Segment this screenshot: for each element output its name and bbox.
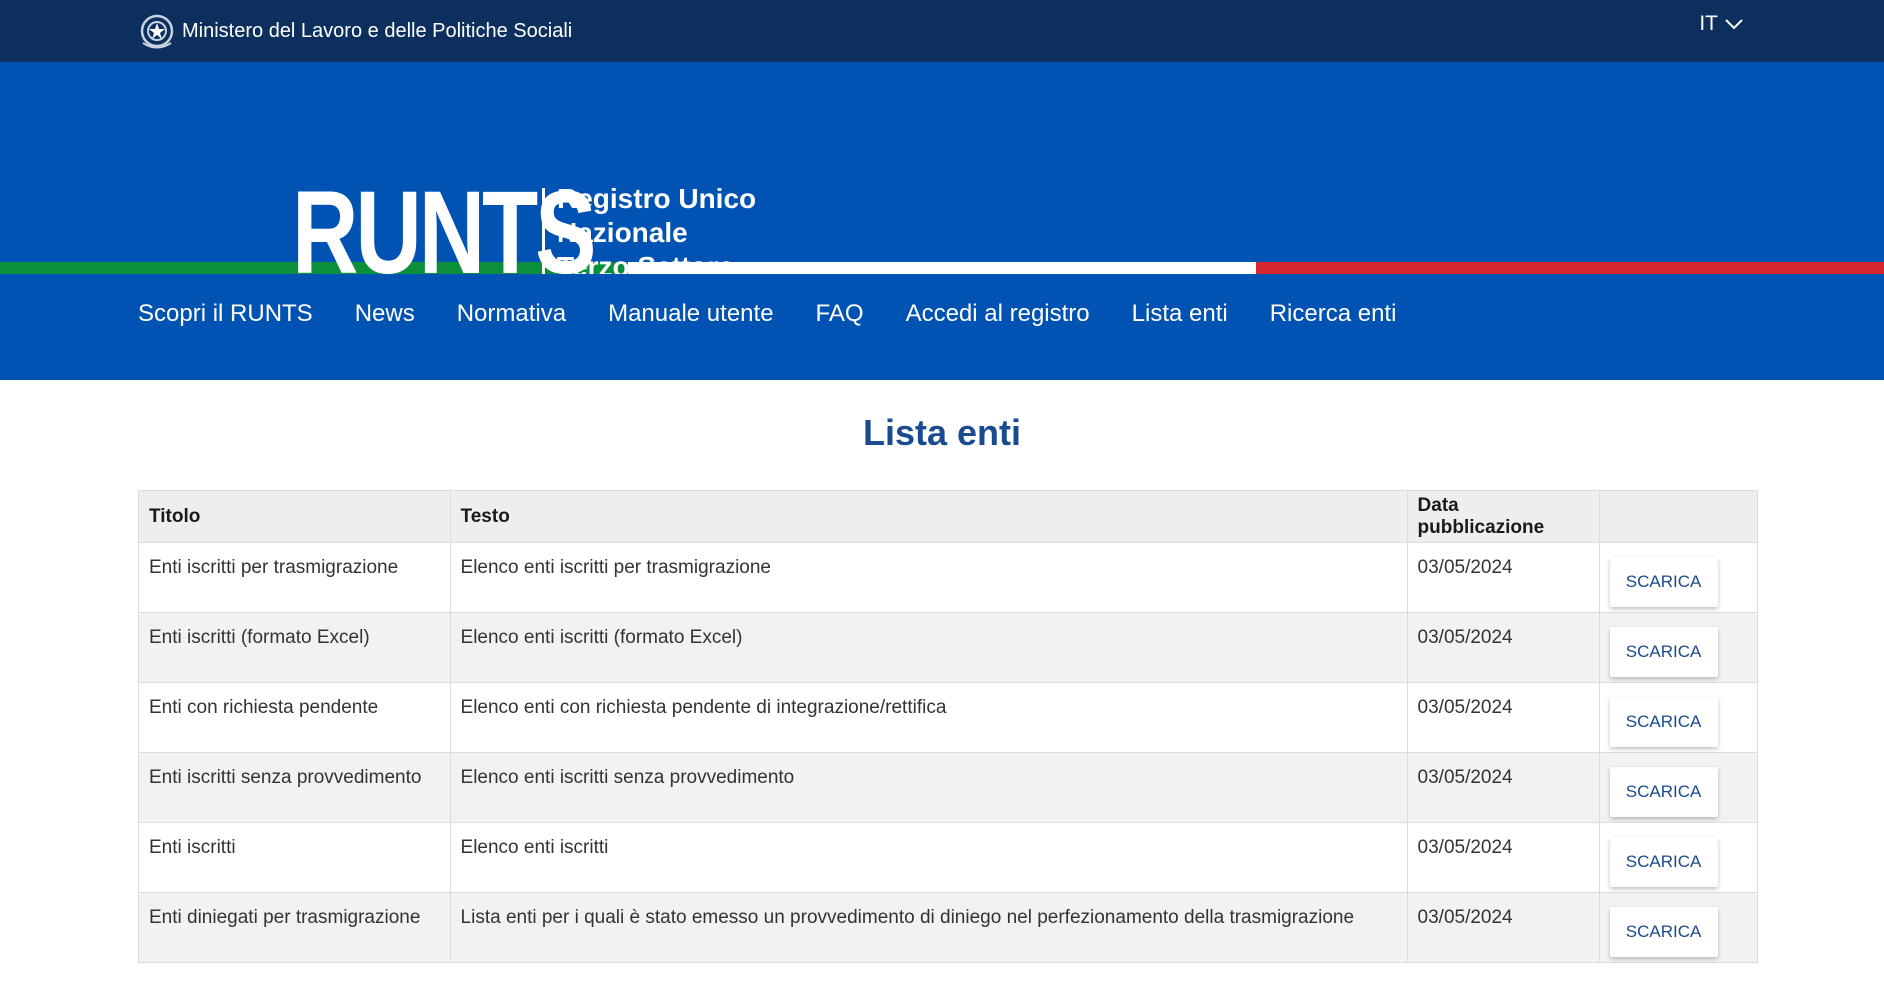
scarica-button[interactable]: SCARICA [1609, 557, 1718, 607]
ministry-name: Ministero del Lavoro e delle Politiche S… [182, 19, 573, 42]
cell-data: 03/05/2024 [1406, 892, 1600, 963]
page-title: Lista enti [862, 412, 1022, 453]
table-row: Enti con richiesta pendente Elenco enti … [138, 682, 1759, 753]
ministry-link[interactable]: Ministero del Lavoro e delle Politiche S… [138, 8, 572, 54]
cell-titolo: Enti diniegati per trasmigrazione [138, 892, 451, 963]
nav-item-faq[interactable]: FAQ [816, 296, 864, 332]
cell-titolo: Enti iscritti [138, 822, 451, 893]
cell-testo: Elenco enti iscritti senza provvedimento [449, 752, 1408, 823]
cell-action: SCARICA [1598, 682, 1759, 753]
cell-titolo: Enti iscritti per trasmigrazione [138, 542, 451, 613]
table-row: Enti iscritti per trasmigrazione Elenco … [138, 542, 1759, 613]
language-selector[interactable]: IT [1699, 12, 1744, 36]
cell-action: SCARICA [1598, 892, 1759, 963]
table-row: Enti iscritti senza provvedimento Elenco… [138, 752, 1759, 823]
cell-data: 03/05/2024 [1406, 682, 1600, 753]
scarica-button[interactable]: SCARICA [1609, 907, 1718, 957]
cell-data: 03/05/2024 [1406, 752, 1600, 823]
tricolore-strip [0, 262, 1884, 274]
scarica-button[interactable]: SCARICA [1609, 627, 1718, 677]
cell-data: 03/05/2024 [1406, 822, 1600, 893]
cell-testo: Elenco enti iscritti [449, 822, 1408, 893]
header-titolo: Titolo [138, 490, 451, 543]
cell-titolo: Enti con richiesta pendente [138, 682, 451, 753]
ministry-bar: Ministero del Lavoro e delle Politiche S… [0, 0, 1884, 62]
flag-red [1256, 262, 1884, 274]
nav-item-normativa[interactable]: Normativa [457, 296, 566, 332]
header-testo: Testo [449, 490, 1408, 543]
table-row: Enti diniegati per trasmigrazione Lista … [138, 892, 1759, 963]
cell-action: SCARICA [1598, 752, 1759, 823]
scarica-button[interactable]: SCARICA [1609, 767, 1718, 817]
nav-item-lista-enti[interactable]: Lista enti [1132, 296, 1228, 332]
cell-action: SCARICA [1598, 542, 1759, 613]
cell-data: 03/05/2024 [1406, 542, 1600, 613]
cell-action: SCARICA [1598, 612, 1759, 683]
cell-testo: Elenco enti iscritti (formato Excel) [449, 612, 1408, 683]
main-nav: Scopri il RUNTS News Normativa Manuale u… [0, 274, 1884, 380]
chevron-down-icon [1724, 12, 1744, 36]
cell-testo: Elenco enti con richiesta pendente di in… [449, 682, 1408, 753]
site-header: RUNTS Registro Unico Nazionale Terzo Set… [0, 62, 1884, 292]
table-row: Enti iscritti Elenco enti iscritti 03/05… [138, 822, 1759, 893]
nav-item-accedi[interactable]: Accedi al registro [906, 296, 1090, 332]
language-label: IT [1699, 12, 1718, 35]
table-row: Enti iscritti (formato Excel) Elenco ent… [138, 612, 1759, 683]
nav-item-ricerca-enti[interactable]: Ricerca enti [1270, 296, 1397, 332]
cell-titolo: Enti iscritti senza provvedimento [138, 752, 451, 823]
cell-testo: Elenco enti iscritti per trasmigrazione [449, 542, 1408, 613]
scarica-button[interactable]: SCARICA [1609, 697, 1718, 747]
scarica-button[interactable]: SCARICA [1609, 837, 1718, 887]
main-content: Lista enti Titolo Testo Data pubblicazio… [0, 380, 1884, 963]
header-data: Data pubblicazione [1406, 490, 1600, 543]
cell-testo: Lista enti per i quali è stato emesso un… [449, 892, 1408, 963]
nav-item-manuale[interactable]: Manuale utente [608, 296, 773, 332]
cell-titolo: Enti iscritti (formato Excel) [138, 612, 451, 683]
cell-data: 03/05/2024 [1406, 612, 1600, 683]
header-action [1598, 490, 1759, 543]
italian-republic-emblem-icon [138, 9, 176, 53]
nav-item-scopri[interactable]: Scopri il RUNTS [138, 296, 313, 332]
nav-item-news[interactable]: News [355, 296, 415, 332]
cell-action: SCARICA [1598, 822, 1759, 893]
table-header-row: Titolo Testo Data pubblicazione [138, 490, 1759, 543]
enti-table: Titolo Testo Data pubblicazione Enti isc… [138, 490, 1759, 963]
